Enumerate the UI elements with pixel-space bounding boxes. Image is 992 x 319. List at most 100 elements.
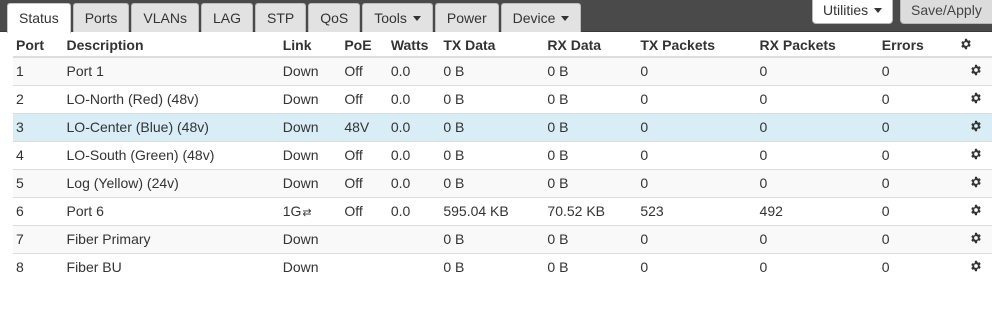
tab-status[interactable]: Status	[7, 3, 71, 33]
table-row[interactable]: 6 Port 6 1G⇄ Off 0.0 595.04 KB 70.52 KB …	[13, 196, 992, 225]
tab-device[interactable]: Device	[500, 3, 582, 32]
header-tx-data[interactable]: TX Data	[440, 33, 545, 58]
link-status: 1G	[282, 203, 302, 219]
gear-icon[interactable]	[970, 148, 982, 160]
cell-rx-data: 70.52 KB	[544, 196, 638, 225]
header-settings[interactable]	[959, 33, 992, 58]
table-row[interactable]: 7 Fiber Primary Down 0 B 0 B 0 0 0	[13, 224, 992, 253]
header-description[interactable]: Description	[63, 33, 280, 58]
cell-description: Log (Yellow) (24v)	[63, 168, 280, 197]
header-errors[interactable]: Errors	[878, 33, 960, 58]
cell-tx-packets: 0	[637, 168, 757, 197]
tab-lag-label: LAG	[212, 10, 241, 26]
save-apply-button[interactable]: Save/Apply	[900, 0, 992, 24]
cell-poe: Off	[341, 84, 388, 113]
table-row[interactable]: 2 LO-North (Red) (48v) Down Off 0.0 0 B …	[13, 84, 992, 113]
tab-power-label: Power	[446, 10, 487, 26]
cell-settings	[959, 168, 992, 197]
cell-port: 7	[13, 224, 64, 253]
cell-link: Down	[279, 84, 342, 113]
gear-icon[interactable]	[970, 64, 982, 76]
gear-icon[interactable]	[970, 204, 982, 216]
header-watts[interactable]: Watts	[387, 33, 441, 58]
header-port[interactable]: Port	[13, 33, 64, 58]
cell-tx-packets: 523	[637, 196, 757, 225]
table-row[interactable]: 1 Port 1 Down Off 0.0 0 B 0 B 0 0 0	[13, 57, 992, 85]
utilities-dropdown-button[interactable]: Utilities	[812, 0, 894, 24]
utilities-label: Utilities	[823, 2, 869, 18]
cell-tx-packets: 0	[637, 112, 757, 141]
cell-description: Fiber Primary	[63, 224, 280, 253]
tab-lag[interactable]: LAG	[200, 3, 253, 32]
tab-bar: Status Ports VLANs LAG STP QoS Tools Pow…	[7, 3, 583, 33]
cell-rx-data: 0 B	[544, 112, 638, 141]
tab-qos[interactable]: QoS	[308, 3, 361, 32]
cell-errors: 0	[878, 196, 960, 225]
tab-tools[interactable]: Tools	[362, 3, 433, 32]
cell-tx-data: 595.04 KB	[440, 196, 545, 225]
cell-settings	[959, 252, 992, 281]
tab-status-label: Status	[19, 10, 59, 26]
header-tx-packets[interactable]: TX Packets	[637, 33, 757, 58]
table-header-row: Port Description Link PoE Watts TX Data …	[13, 33, 992, 58]
cell-rx-packets: 0	[756, 84, 879, 113]
cell-rx-data: 0 B	[544, 140, 638, 169]
duplex-arrows-icon: ⇄	[302, 207, 312, 219]
header-rx-packets[interactable]: RX Packets	[756, 33, 879, 58]
link-status: Down	[282, 259, 319, 276]
gear-icon[interactable]	[970, 120, 982, 132]
gear-icon[interactable]	[970, 232, 982, 244]
table-row[interactable]: 4 LO-South (Green) (48v) Down Off 0.0 0 …	[13, 140, 992, 169]
cell-settings	[959, 140, 992, 169]
cell-settings	[959, 84, 992, 113]
cell-tx-packets: 0	[637, 57, 757, 85]
link-status: Down	[282, 231, 319, 247]
cell-poe	[341, 224, 388, 253]
header-poe[interactable]: PoE	[341, 33, 388, 58]
tab-qos-label: QoS	[320, 10, 349, 26]
table-row[interactable]: 3 LO-Center (Blue) (48v) Down 48V 0.0 0 …	[13, 112, 992, 141]
port-status-table: Port Description Link PoE Watts TX Data …	[13, 33, 992, 281]
gear-icon[interactable]	[970, 176, 982, 188]
cell-rx-packets: 0	[756, 140, 879, 169]
gear-icon[interactable]	[970, 92, 982, 104]
tab-power[interactable]: Power	[434, 3, 499, 32]
gear-icon[interactable]	[970, 260, 982, 272]
cell-settings	[959, 57, 992, 85]
tab-ports-label: Ports	[84, 10, 118, 26]
cell-errors: 0	[878, 252, 960, 281]
cell-tx-packets: 0	[637, 140, 757, 169]
cell-tx-data: 0 B	[440, 168, 545, 197]
gear-icon[interactable]	[960, 38, 972, 50]
header-link[interactable]: Link	[279, 33, 342, 58]
cell-link: Down	[279, 224, 342, 253]
cell-watts: 0.0	[387, 57, 441, 85]
cell-poe: Off	[341, 196, 388, 225]
link-status: Down	[282, 63, 319, 80]
cell-port: 3	[13, 112, 64, 141]
link-status: Down	[282, 147, 319, 163]
table-row[interactable]: 8 Fiber BU Down 0 B 0 B 0 0 0	[13, 252, 992, 281]
caret-down-icon	[412, 15, 421, 21]
cell-poe: Off	[341, 140, 388, 169]
cell-link: 1G⇄	[279, 196, 342, 225]
cell-link: Down	[279, 168, 342, 197]
cell-tx-data: 0 B	[440, 112, 545, 141]
tab-tools-label: Tools	[374, 10, 407, 26]
cell-errors: 0	[878, 84, 960, 113]
cell-rx-packets: 0	[756, 112, 879, 141]
tab-vlans[interactable]: VLANs	[131, 3, 199, 32]
cell-tx-data: 0 B	[440, 140, 545, 169]
table-row[interactable]: 5 Log (Yellow) (24v) Down Off 0.0 0 B 0 …	[13, 168, 992, 197]
cell-poe: Off	[341, 57, 388, 85]
cell-port: 5	[13, 168, 64, 197]
cell-link: Down	[279, 57, 342, 85]
link-status: Down	[282, 91, 319, 107]
cell-rx-packets: 492	[756, 196, 879, 225]
header-rx-data[interactable]: RX Data	[544, 33, 638, 58]
tab-ports[interactable]: Ports	[72, 3, 130, 32]
cell-errors: 0	[878, 168, 960, 197]
save-apply-label: Save/Apply	[911, 2, 982, 18]
cell-watts: 0.0	[387, 84, 441, 113]
tab-stp[interactable]: STP	[254, 3, 307, 32]
